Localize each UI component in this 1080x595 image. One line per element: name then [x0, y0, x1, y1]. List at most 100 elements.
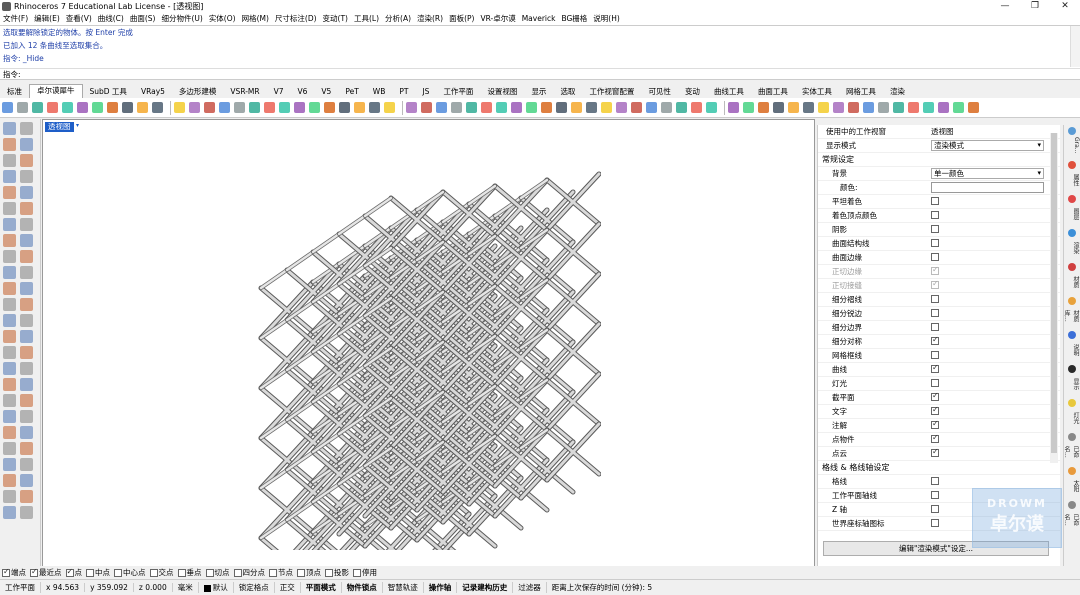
left-tool-icon[interactable] — [20, 314, 33, 327]
menu-item[interactable]: BG栅格 — [561, 13, 587, 24]
toolbar-tab[interactable]: V6 — [291, 86, 315, 98]
display-option-checkbox[interactable] — [931, 252, 939, 261]
toolbar-tab[interactable]: PT — [392, 86, 415, 98]
toolbar-tab[interactable]: V7 — [267, 86, 291, 98]
menu-item[interactable]: 工具(L) — [354, 13, 379, 24]
command-input[interactable]: 指令: — [0, 68, 1080, 80]
menu-item[interactable]: 细分物件(U) — [161, 13, 202, 24]
toolbar-tool-icon[interactable] — [339, 102, 350, 113]
left-tool-icon[interactable] — [3, 250, 16, 263]
left-tool-icon[interactable] — [3, 138, 16, 151]
toolbar-tool-icon[interactable] — [743, 102, 754, 113]
toolbar-tool-icon[interactable] — [691, 102, 702, 113]
toolbar-tool-icon[interactable] — [234, 102, 245, 113]
toolbar-tool-icon[interactable] — [47, 102, 58, 113]
toolbar-tool-icon[interactable] — [219, 102, 230, 113]
menu-item[interactable]: 渲染(R) — [417, 13, 443, 24]
toolbar-tab[interactable]: 曲面工具 — [751, 86, 795, 98]
toolbar-tool-icon[interactable] — [616, 102, 627, 113]
toolbar-tab[interactable]: V5 — [314, 86, 338, 98]
side-panel-tab[interactable]: 图层 — [1065, 195, 1080, 223]
left-tool-icon[interactable] — [20, 266, 33, 279]
display-option-checkbox[interactable] — [931, 433, 939, 443]
toolbar-tool-icon[interactable] — [62, 102, 73, 113]
toolbar-tool-icon[interactable] — [908, 102, 919, 113]
toolbar-tool-icon[interactable] — [152, 102, 163, 113]
background-dropdown[interactable]: 单一颜色 — [931, 168, 1044, 179]
toolbar-tool-icon[interactable] — [122, 102, 133, 113]
left-tool-icon[interactable] — [3, 330, 16, 343]
toolbar-tool-icon[interactable] — [646, 102, 657, 113]
toolbar-tool-icon[interactable] — [953, 102, 964, 113]
lattice-cube-model[interactable] — [231, 158, 601, 550]
toolbar-tool-icon[interactable] — [601, 102, 612, 113]
display-option-checkbox[interactable] — [931, 447, 939, 457]
osnap-checkbox[interactable] — [2, 567, 10, 577]
osnap-checkbox[interactable] — [149, 568, 158, 577]
ortho-toggle[interactable]: 正交 — [275, 582, 301, 593]
left-tool-icon[interactable] — [3, 474, 16, 487]
osnap-option[interactable]: 中点 — [86, 567, 110, 578]
toolbar-tool-icon[interactable] — [466, 102, 477, 113]
left-tool-icon[interactable] — [20, 362, 33, 375]
toolbar-tool-icon[interactable] — [264, 102, 275, 113]
left-tool-icon[interactable] — [20, 234, 33, 247]
toolbar-tool-icon[interactable] — [511, 102, 522, 113]
left-tool-icon[interactable] — [20, 170, 33, 183]
osnap-checkbox[interactable] — [114, 568, 122, 577]
perspective-viewport[interactable]: 透视图 ▾ — [42, 119, 815, 571]
toolbar-tool-icon[interactable] — [848, 102, 859, 113]
side-panel-tab[interactable]: 材质库... — [1063, 297, 1080, 325]
left-tool-icon[interactable] — [20, 122, 33, 135]
toolbar-tool-icon[interactable] — [541, 102, 552, 113]
display-option-checkbox[interactable] — [931, 504, 939, 513]
side-panel-tab[interactable]: 渲染 — [1065, 229, 1080, 257]
toolbar-tool-icon[interactable] — [294, 102, 305, 113]
grid-snap-toggle[interactable]: 锁定格点 — [234, 582, 275, 593]
gumball-toggle[interactable]: 操作轴 — [424, 582, 458, 593]
toolbar-tool-icon[interactable] — [32, 102, 43, 113]
menu-item[interactable]: 分析(A) — [385, 13, 411, 24]
osnap-checkbox[interactable] — [30, 567, 38, 577]
toolbar-tool-icon[interactable] — [803, 102, 814, 113]
display-option-checkbox[interactable] — [931, 350, 939, 359]
toolbar-tool-icon[interactable] — [923, 102, 934, 113]
left-tool-icon[interactable] — [3, 202, 16, 215]
viewport-title[interactable]: 透视图 — [45, 122, 74, 132]
toolbar-tool-icon[interactable] — [706, 102, 717, 113]
menu-item[interactable]: 网格(M) — [242, 13, 269, 24]
toolbar-tab[interactable]: VSR-MR — [223, 86, 266, 98]
osnap-checkbox[interactable] — [205, 568, 214, 577]
left-tool-icon[interactable] — [3, 186, 16, 199]
left-tool-icon[interactable] — [3, 490, 16, 503]
menu-item[interactable]: 尺寸标注(D) — [275, 13, 317, 24]
side-panel-tab[interactable]: 已命名... — [1063, 501, 1080, 529]
left-tool-icon[interactable] — [3, 346, 16, 359]
toolbar-tool-icon[interactable] — [586, 102, 597, 113]
toolbar-tab[interactable]: 多边形建模 — [172, 86, 224, 98]
left-tool-icon[interactable] — [3, 298, 16, 311]
toolbar-tool-icon[interactable] — [631, 102, 642, 113]
toolbar-tab[interactable]: PeT — [338, 86, 365, 98]
toolbar-tab[interactable]: 曲线工具 — [707, 86, 751, 98]
display-option-checkbox[interactable] — [931, 196, 939, 205]
toolbar-tool-icon[interactable] — [661, 102, 672, 113]
toolbar-tool-icon[interactable] — [189, 102, 200, 113]
toolbar-tool-icon[interactable] — [893, 102, 904, 113]
left-tool-icon[interactable] — [20, 506, 33, 519]
display-option-checkbox[interactable] — [931, 294, 939, 303]
toolbar-tool-icon[interactable] — [369, 102, 380, 113]
toolbar-tab[interactable]: 工作平面 — [436, 86, 480, 98]
toolbar-tab[interactable]: VRay5 — [134, 86, 172, 98]
osnap-checkbox[interactable] — [353, 568, 361, 577]
display-option-checkbox[interactable] — [931, 210, 939, 219]
left-tool-icon[interactable] — [3, 314, 16, 327]
side-panel-tab[interactable]: 显示 — [1065, 365, 1080, 393]
left-tool-icon[interactable] — [20, 346, 33, 359]
osnap-checkbox[interactable] — [86, 568, 94, 577]
toolbar-tool-icon[interactable] — [788, 102, 799, 113]
osnap-option[interactable]: 端点 — [2, 567, 26, 578]
toolbar-tool-icon[interactable] — [481, 102, 492, 113]
toolbar-tab[interactable]: 变动 — [678, 86, 707, 98]
left-tool-icon[interactable] — [3, 410, 16, 423]
